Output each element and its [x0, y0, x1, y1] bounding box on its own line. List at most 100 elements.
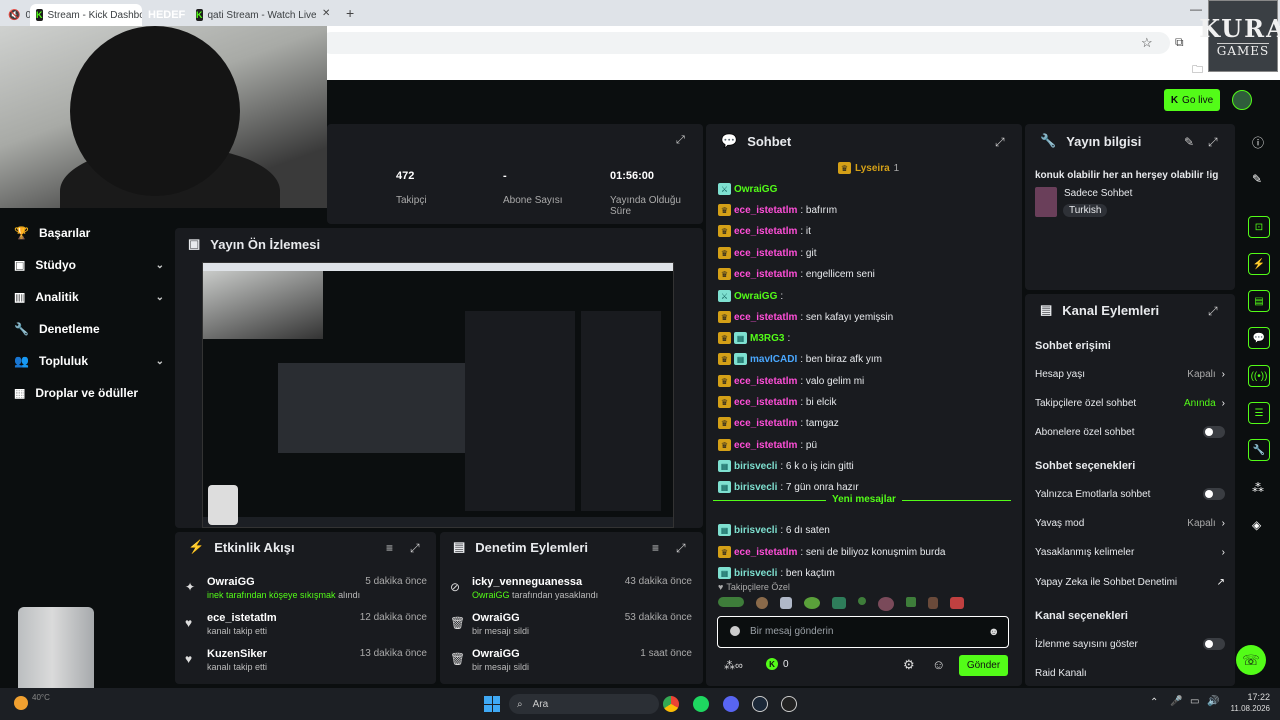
- category-name[interactable]: Sadece Sohbet: [1064, 188, 1132, 199]
- tab-close-icon[interactable]: ✕: [322, 8, 330, 19]
- avatar[interactable]: [1232, 90, 1252, 110]
- popout-icon[interactable]: ⤢: [676, 541, 686, 556]
- tag-badge[interactable]: Turkish: [1063, 204, 1108, 217]
- chat-username[interactable]: ece_istetatlm: [734, 312, 797, 323]
- popout-icon[interactable]: ⤢: [410, 541, 420, 556]
- tab-kick-dashboard[interactable]: KStream - Kick Dashboard: [30, 4, 142, 26]
- pencil-icon[interactable]: ✎: [1252, 172, 1262, 186]
- chat-username[interactable]: birisvecli: [734, 461, 777, 472]
- app-icon[interactable]: [781, 696, 797, 712]
- chat-username[interactable]: OwraiGG: [734, 184, 777, 195]
- emote-picker-icon[interactable]: ☺: [932, 657, 945, 672]
- filter-icon[interactable]: ≡: [386, 541, 393, 555]
- popout-icon[interactable]: ⤢: [1208, 304, 1218, 319]
- folder-icon[interactable]: 🗀: [1192, 61, 1203, 80]
- edit-icon[interactable]: ✎: [1184, 135, 1194, 149]
- popout-icon[interactable]: ⤢: [995, 135, 1005, 150]
- rail-clipboard-icon[interactable]: ▤: [1248, 290, 1270, 312]
- followers-only-setting[interactable]: Takipçilere özel sohbet Anında ›: [1035, 394, 1225, 412]
- sidebar-item-basarilar[interactable]: 🏆 Başarılar: [14, 223, 164, 243]
- rail-chat-icon[interactable]: 💬: [1248, 327, 1270, 349]
- emote-icon[interactable]: [950, 597, 964, 609]
- chat-mods-icon[interactable]: ⁂∞: [724, 659, 743, 672]
- url-input[interactable]: [320, 32, 1170, 54]
- go-live-button[interactable]: K Go live: [1164, 89, 1220, 111]
- new-tab-button[interactable]: +: [346, 5, 354, 21]
- chat-username[interactable]: ece_istetatlm: [734, 418, 797, 429]
- info-icon[interactable]: ⓘ: [1252, 134, 1264, 151]
- popout-icon[interactable]: ⤢: [1208, 135, 1218, 150]
- sidebar-item-droplar[interactable]: ▦ Droplar ve ödüller: [14, 383, 164, 403]
- community-icon[interactable]: ⁂: [1252, 481, 1264, 495]
- sidebar-item-topluluk[interactable]: 👥 Topluluk ⌄: [14, 351, 164, 371]
- windows-start-icon[interactable]: [484, 696, 500, 712]
- chevron-up-icon[interactable]: ⌃: [1150, 697, 1158, 708]
- rail-broadcast-icon[interactable]: ((•)): [1248, 365, 1270, 387]
- chat-username[interactable]: ece_istetatlm: [734, 547, 797, 558]
- popout-icon[interactable]: ⤢: [676, 134, 685, 147]
- chat-username[interactable]: M3RG3: [750, 333, 784, 344]
- emote-icon[interactable]: [780, 597, 792, 609]
- wrench-icon: 🔧: [14, 322, 29, 336]
- chat-username[interactable]: ece_istetatlm: [734, 376, 797, 387]
- slow-mode-setting[interactable]: Yavaş mod Kapalı ›: [1035, 514, 1225, 532]
- send-button[interactable]: Gönder: [959, 655, 1008, 676]
- chat-username[interactable]: ece_istetatlm: [734, 397, 797, 408]
- chat-username[interactable]: ece_istetatlm: [734, 440, 797, 451]
- emote-icon[interactable]: [756, 597, 768, 609]
- chat-username[interactable]: birisvecli: [734, 525, 777, 536]
- filter-icon[interactable]: ≡: [652, 541, 659, 555]
- subscribers-only-toggle[interactable]: [1203, 426, 1225, 438]
- support-button[interactable]: ☏: [1236, 645, 1266, 675]
- ai-moderation-setting[interactable]: Yapay Zeka ile Sohbet Denetimi ↗: [1035, 573, 1225, 591]
- emote-icon[interactable]: [906, 597, 916, 607]
- microphone-icon[interactable]: 🎤: [1170, 696, 1182, 707]
- chat-text: : tamgaz: [800, 417, 839, 429]
- weather-icon[interactable]: [14, 696, 28, 710]
- gear-icon[interactable]: ⚙: [903, 657, 915, 673]
- rail-wrench-icon[interactable]: 🔧: [1248, 439, 1270, 461]
- chat-username[interactable]: mavICADI: [750, 354, 797, 365]
- chat-username[interactable]: birisvecli: [734, 482, 777, 493]
- spotify-icon[interactable]: [693, 696, 709, 712]
- chat-username[interactable]: OwraiGG: [734, 291, 777, 302]
- sidebar-item-studyo[interactable]: ▣ Stüdyo ⌄: [14, 255, 164, 275]
- account-age-setting[interactable]: Hesap yaşı Kapalı ›: [1035, 365, 1225, 383]
- user-badge-icon[interactable]: [730, 626, 740, 636]
- stream-preview-video[interactable]: [202, 262, 674, 528]
- gift-icon[interactable]: ◈: [1252, 518, 1261, 532]
- emote-icon[interactable]: [878, 597, 894, 611]
- emoji-icon[interactable]: ☻: [988, 626, 1000, 638]
- sidebar-item-analitik[interactable]: ▥ Analitik ⌄: [14, 287, 164, 307]
- extensions-icon[interactable]: ⧉: [1175, 35, 1184, 50]
- rail-lightning-icon[interactable]: ⚡: [1248, 253, 1270, 275]
- emote-icon[interactable]: [928, 597, 938, 609]
- chat-username[interactable]: birisvecli: [734, 568, 777, 579]
- pinned-user[interactable]: ♛ Lyseira 1: [838, 162, 899, 174]
- volume-icon[interactable]: 🔊: [1207, 696, 1219, 707]
- emote-icon[interactable]: [718, 597, 744, 607]
- chat-username[interactable]: ece_istetatlm: [734, 205, 797, 216]
- viewer-count-toggle[interactable]: [1203, 638, 1225, 650]
- taskbar-search[interactable]: ⌕ Ara: [509, 694, 659, 714]
- discord-icon[interactable]: [723, 696, 739, 712]
- chat-username[interactable]: ece_istetatlm: [734, 226, 797, 237]
- tab-muted[interactable]: 🔇 0: [2, 4, 30, 26]
- emotes-only-toggle[interactable]: [1203, 488, 1225, 500]
- banned-words-setting[interactable]: Yasaklanmış kelimeler ›: [1035, 543, 1225, 561]
- preview-glass: [208, 485, 238, 525]
- rail-list-icon[interactable]: ☰: [1248, 402, 1270, 424]
- emote-icon[interactable]: [858, 597, 866, 605]
- steam-icon[interactable]: [752, 696, 768, 712]
- emote-icon[interactable]: [832, 597, 846, 609]
- tab-watch-live[interactable]: Kqati Stream - Watch Live o5: [190, 4, 316, 26]
- bookmark-star-icon[interactable]: ☆: [1141, 35, 1153, 51]
- chat-username[interactable]: ece_istetatlm: [734, 248, 797, 259]
- chrome-icon[interactable]: [663, 696, 679, 712]
- emote-icon[interactable]: [804, 597, 820, 609]
- sidebar-item-denetleme[interactable]: 🔧 Denetleme: [14, 319, 164, 339]
- rail-screen-icon[interactable]: ⊡: [1248, 216, 1270, 238]
- chat-username[interactable]: ece_istetatlm: [734, 269, 797, 280]
- network-icon[interactable]: ▭: [1190, 696, 1199, 707]
- raid-channel-setting[interactable]: Raid Kanalı: [1035, 664, 1225, 682]
